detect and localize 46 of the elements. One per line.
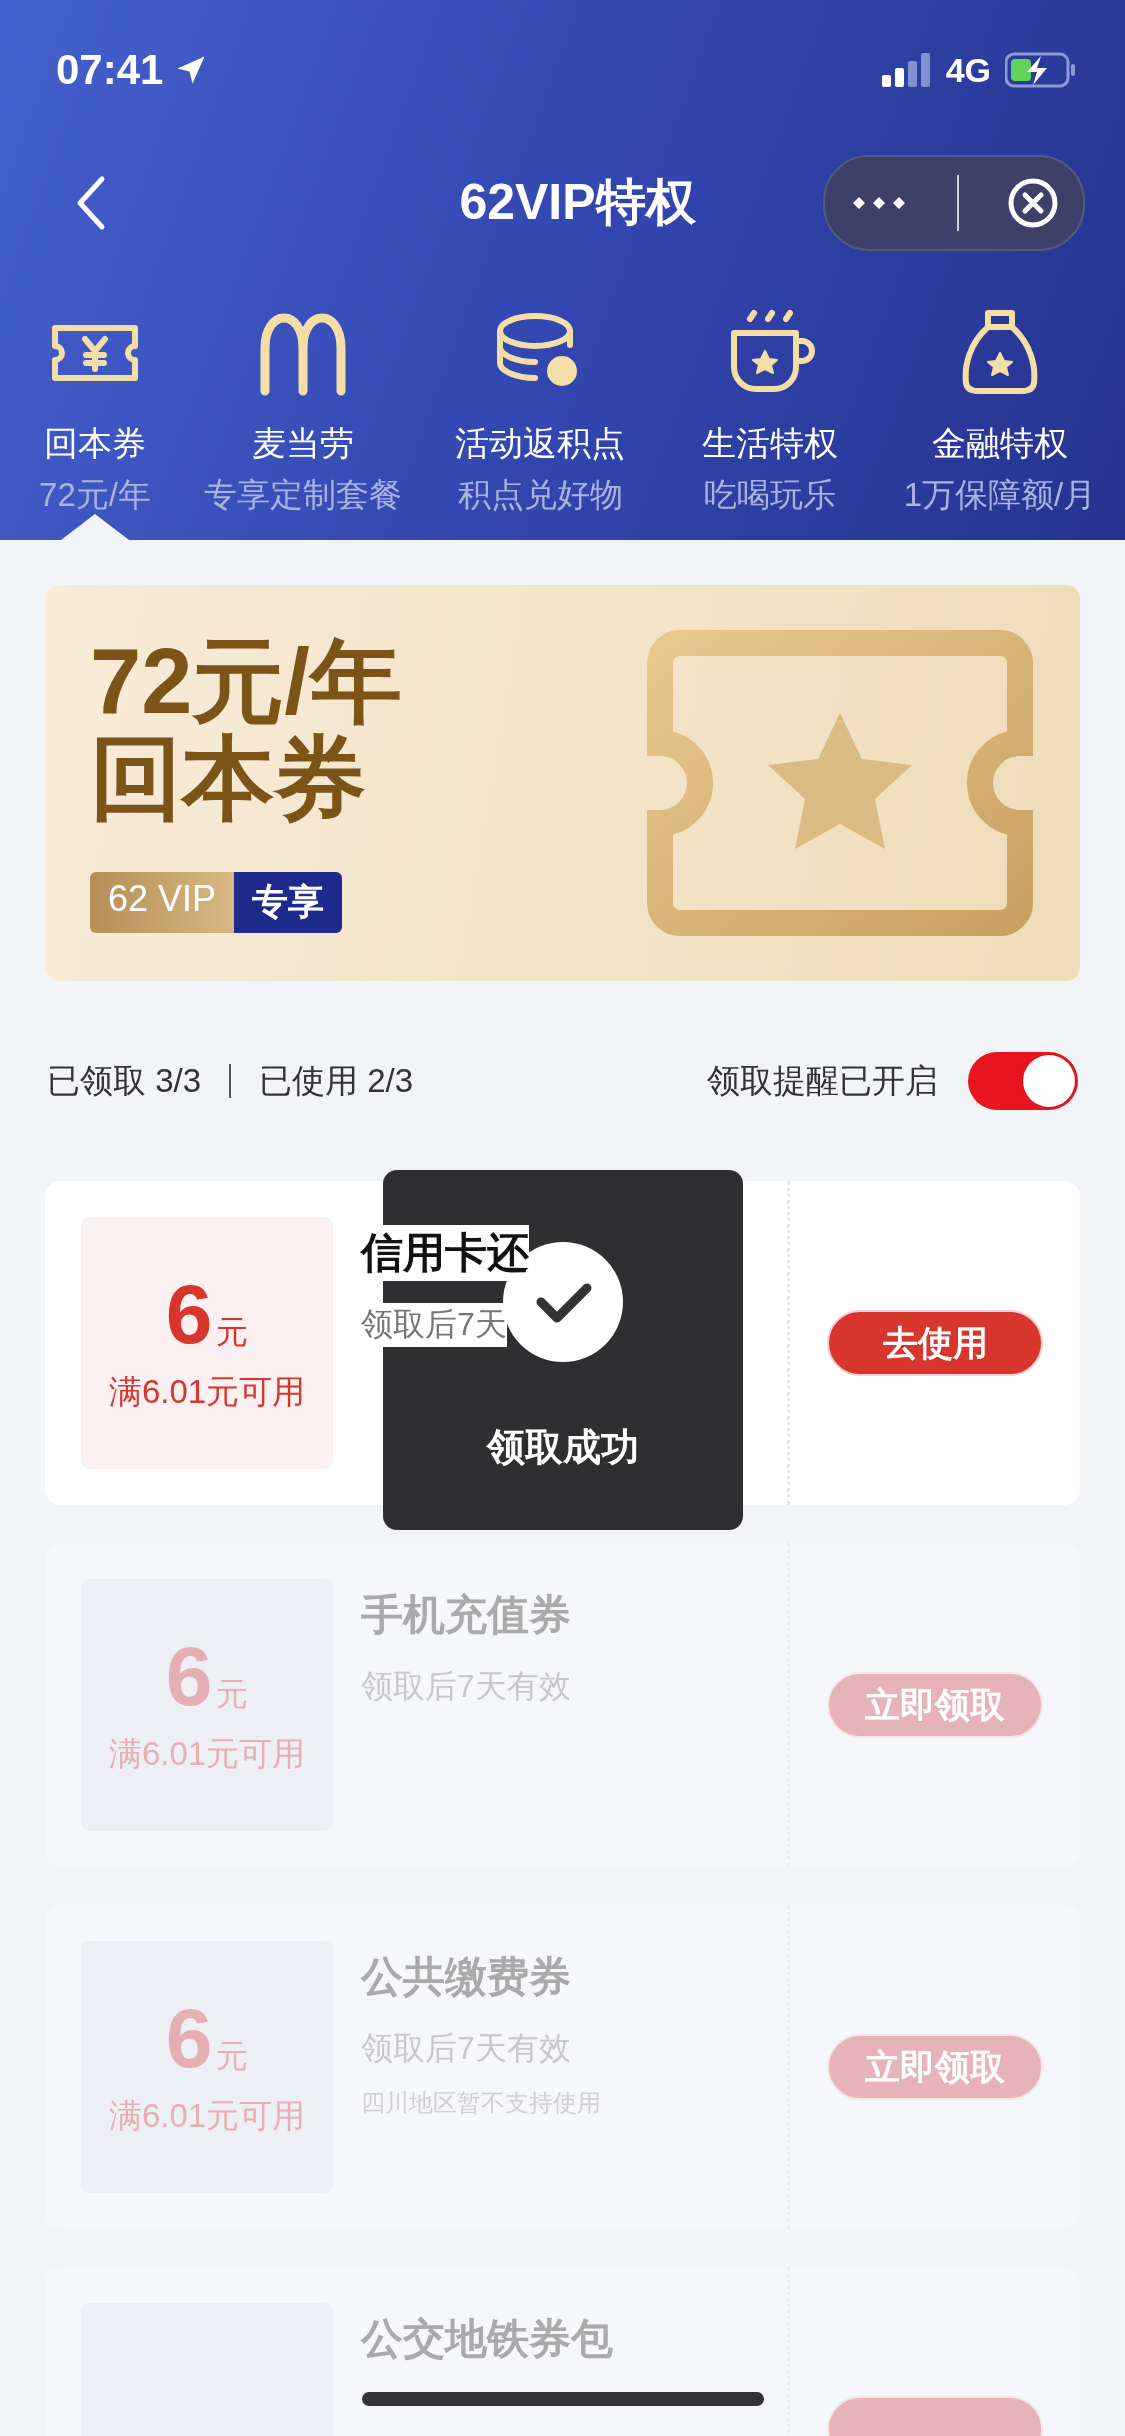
network-type: 4G — [945, 50, 991, 90]
used-count: 已使用 2/3 — [259, 1060, 414, 1101]
category-tab[interactable]: 生活特权 吃喝玩乐 — [665, 303, 875, 540]
claimed-count: 已领取 3/3 — [47, 1060, 202, 1101]
coupon-title: 公共缴费券 — [361, 1952, 571, 2002]
coupon-amount: 6 — [165, 1995, 213, 2080]
category-title: 金融特权 — [932, 423, 1068, 464]
close-button[interactable] — [1007, 176, 1059, 229]
battery-charging-icon — [1005, 52, 1077, 88]
coupon-condition: 满6.01元可用 — [108, 1371, 306, 1412]
category-subtitle: 积点兑好物 — [457, 475, 623, 515]
category-subtitle: 专享定制套餐 — [203, 475, 402, 515]
coupon-title: 手机充值券 — [361, 1590, 571, 1640]
coupon-condition: 满6.01元可用 — [108, 1733, 306, 1774]
coupon-title: 信用卡还 — [361, 1225, 529, 1281]
category-title: 麦当劳 — [251, 423, 354, 464]
coupon-amount: 6 — [165, 1271, 213, 1356]
category-tab[interactable]: 回本券 72元/年 — [0, 303, 190, 540]
toast-message: 领取成功 — [487, 1425, 639, 1470]
page-title: 62VIP特权 — [459, 173, 696, 232]
category-tab[interactable]: 金融特权 1万保障额/月 — [875, 303, 1125, 540]
vip-badge: 62 VIP — [90, 872, 235, 934]
coupon-amount: 6 — [165, 1633, 213, 1718]
category-title: 活动返积点 — [455, 423, 625, 464]
category-subtitle: 1万保障额/月 — [903, 475, 1097, 515]
use-button[interactable]: 去使用 — [827, 1310, 1043, 1376]
amount-unit: 元 — [216, 2036, 249, 2076]
reminder-toggle[interactable] — [968, 1052, 1078, 1110]
coupon-validity: 领取后7天 — [361, 1303, 507, 1347]
banner-title: 回本券 — [90, 729, 367, 827]
status-time: 07:41 — [56, 46, 164, 94]
coupon-condition: 满6.01元可用 — [108, 2095, 306, 2136]
exclusive-badge: 专享 — [234, 872, 343, 934]
coupon-title: 公交地铁券包 — [361, 2314, 613, 2364]
banner-price: 72元/年 — [90, 632, 402, 730]
amount-unit: 元 — [216, 1312, 249, 1352]
category-tab[interactable]: 麦当劳 专享定制套餐 — [190, 303, 415, 540]
category-tab[interactable]: 活动返积点 积点兑好物 — [415, 303, 665, 540]
signal-icon — [881, 53, 932, 87]
category-title: 生活特权 — [702, 423, 838, 464]
selected-pointer — [61, 514, 129, 540]
amount-unit: 元 — [216, 1674, 249, 1714]
category-subtitle: 吃喝玩乐 — [704, 475, 836, 515]
reminder-label: 领取提醒已开启 — [707, 1060, 938, 1101]
category-title: 回本券 — [44, 423, 146, 464]
category-subtitle: 72元/年 — [39, 475, 151, 515]
